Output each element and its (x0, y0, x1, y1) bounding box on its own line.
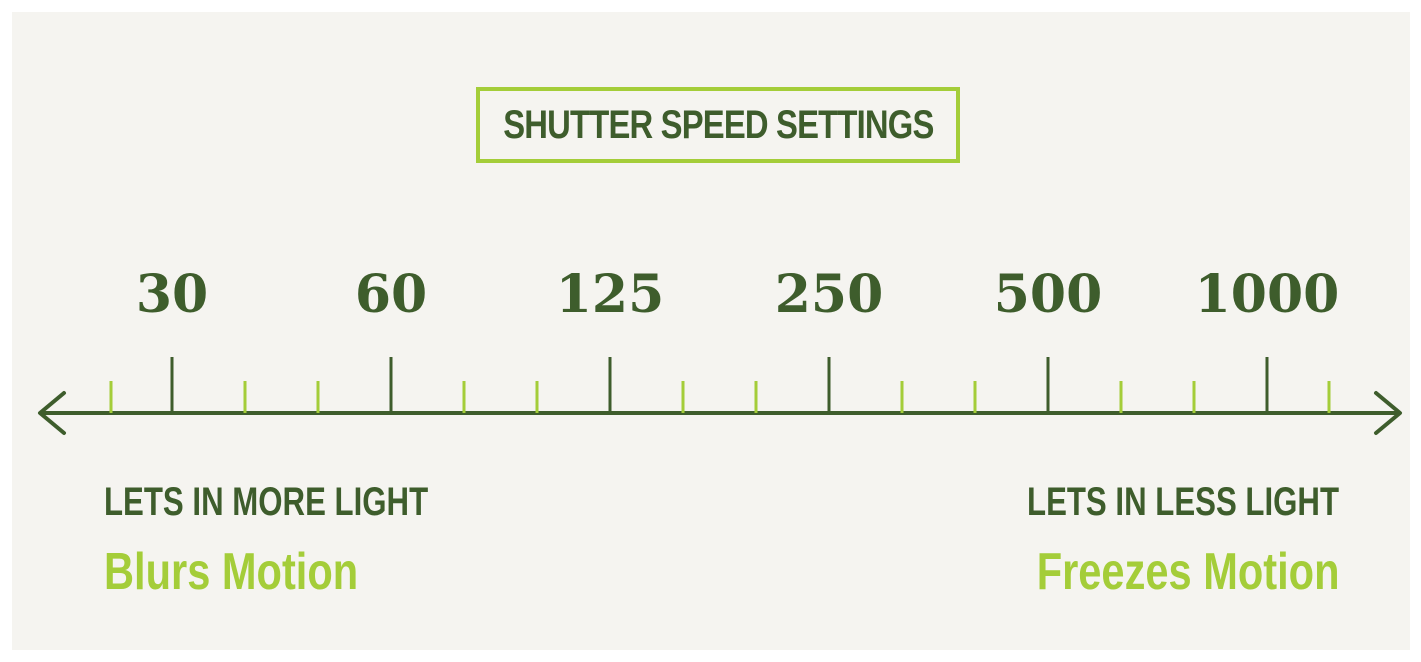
scale-ticks (109, 357, 1331, 413)
more-light-label: LETS IN MORE LIGHT (104, 480, 429, 524)
less-light-label: LETS IN LESS LIGHT (1026, 480, 1339, 524)
freezes-motion-label: Freezes Motion (1036, 543, 1339, 601)
blurs-motion-label: Blurs Motion (104, 543, 359, 601)
